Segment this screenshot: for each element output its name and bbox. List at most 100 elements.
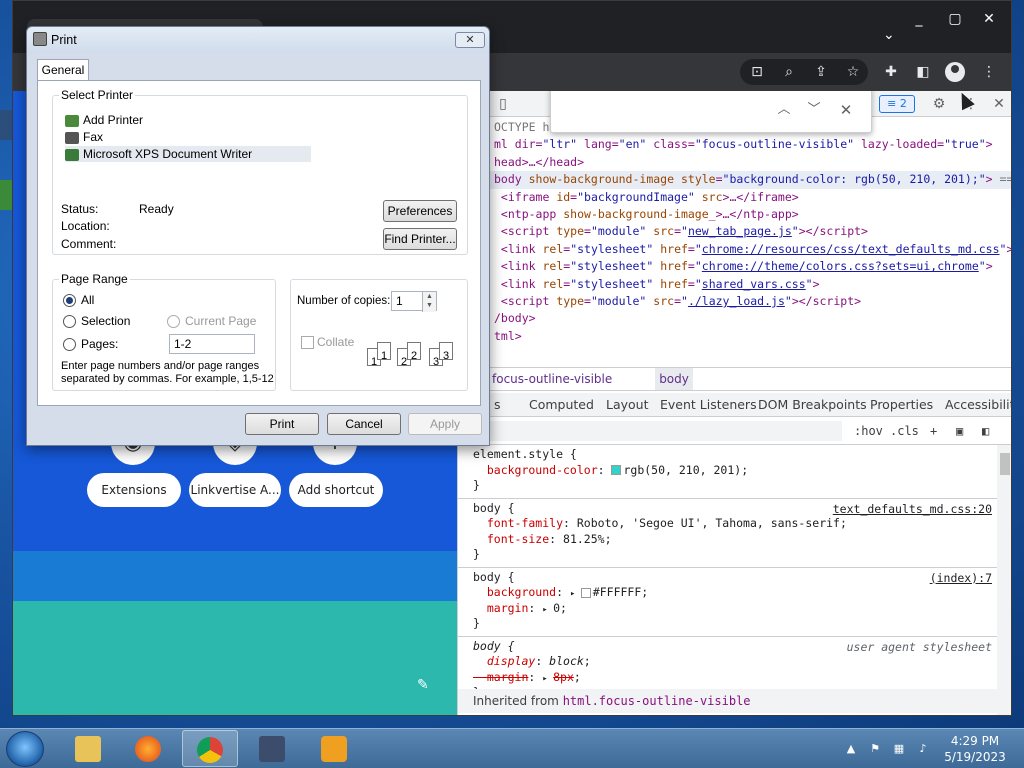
close-icon[interactable]: ✕ (455, 32, 485, 48)
css-declaration[interactable]: font-size: 81.25%; (473, 532, 994, 548)
shortcut-extensions[interactable]: Extensions (87, 473, 181, 507)
start-button[interactable] (6, 731, 44, 767)
chevron-down-icon[interactable]: ⌄ (883, 27, 895, 43)
dom-node-line[interactable]: <script type="module" src="new_tab_page.… (458, 223, 1011, 240)
css-declaration[interactable]: margin: ▸ 0; (473, 601, 994, 617)
range-current-page-label[interactable]: Current Page (185, 314, 256, 329)
range-selection-radio[interactable] (63, 315, 76, 328)
lens-icon[interactable]: ⊡ (745, 61, 769, 83)
css-selector[interactable]: element.style { (473, 447, 994, 463)
find-printer-button[interactable]: Find Printer... (383, 228, 457, 250)
pages-input[interactable]: 1-2 (169, 334, 255, 354)
subtab-dom-breakpoints[interactable]: DOM Breakpoints (758, 393, 867, 417)
extensions-icon[interactable]: ✚ (879, 61, 903, 83)
css-declaration[interactable]: background-color: rgb(50, 210, 201); (473, 463, 994, 479)
subtab-accessibility[interactable]: Accessibility (945, 393, 1011, 417)
taskbar-explorer[interactable] (60, 730, 116, 767)
css-source-link[interactable]: (index):7 (930, 571, 992, 585)
dom-node-line[interactable]: <ntp-app show-background-image_>…</ntp-a… (458, 206, 1011, 223)
close-devtools-icon[interactable]: ✕ (988, 93, 1010, 115)
action-center-icon[interactable]: ⚑ (868, 742, 882, 756)
zoom-icon[interactable]: ⌕ (777, 61, 801, 83)
subtab-event-listeners[interactable]: Event Listeners (660, 393, 757, 417)
taskbar-media-player[interactable] (244, 730, 300, 767)
shortcut-linkvertise[interactable]: Linkvertise A... (189, 473, 281, 507)
subtab-computed[interactable]: Computed (529, 393, 594, 417)
pencil-icon[interactable]: ✎ (417, 677, 429, 693)
subtab-layout[interactable]: Layout (606, 393, 649, 417)
add-rule-button[interactable]: + (930, 421, 937, 441)
minimize-icon[interactable]: _ (903, 9, 935, 29)
expand-arrow-icon[interactable]: ▸ (542, 674, 553, 684)
volume-icon[interactable]: ♪ (916, 742, 930, 756)
range-all-label[interactable]: All (81, 293, 94, 308)
css-declaration[interactable]: font-family: Roboto, 'Segoe UI', Tahoma,… (473, 516, 994, 532)
dom-node-line[interactable]: /body> (458, 310, 1011, 327)
dom-node-line[interactable]: <link rel="stylesheet" href="chrome://th… (458, 258, 1011, 275)
breadcrumb-item[interactable]: body (655, 368, 693, 390)
subtab-properties[interactable]: Properties (870, 393, 933, 417)
apply-button[interactable]: Apply (408, 413, 482, 435)
sidebar-toggle-icon[interactable]: ◧ (982, 421, 989, 441)
range-all-radio[interactable] (63, 294, 76, 307)
range-current-page-radio[interactable] (167, 315, 180, 328)
collate-label[interactable]: Collate (317, 335, 354, 350)
css-source-link[interactable]: text_defaults_md.css:20 (833, 502, 992, 516)
network-icon[interactable]: ▦ (892, 742, 906, 756)
gear-icon[interactable]: ⚙ (928, 93, 950, 115)
taskbar-chrome[interactable] (182, 730, 238, 767)
css-declaration[interactable]: margin: ▸ 8px; (473, 670, 994, 686)
scrollbar[interactable] (997, 445, 1011, 715)
dom-node-line[interactable]: head>…</head> (458, 154, 1011, 171)
menu-icon[interactable]: ⋮ (977, 61, 1001, 83)
color-swatch[interactable] (580, 587, 591, 598)
close-find-icon[interactable]: ✕ (835, 100, 857, 120)
expand-arrow-icon[interactable]: ▸ (570, 589, 581, 599)
dom-node-line[interactable]: <link rel="stylesheet" href="chrome://re… (458, 241, 1011, 258)
copies-spinner[interactable]: ▲ ▼ (422, 292, 436, 312)
color-swatch[interactable] (611, 465, 622, 475)
preferences-button[interactable]: Preferences (383, 200, 457, 222)
dom-node-line[interactable]: <link rel="stylesheet" href="shared_vars… (458, 276, 1011, 293)
collate-checkbox[interactable] (301, 336, 314, 349)
dom-node-line[interactable]: ml dir="ltr" lang="en" class="focus-outl… (458, 136, 1011, 153)
clock[interactable]: 4:29 PM 5/19/2023 (938, 733, 1012, 765)
filter-input[interactable] (472, 421, 842, 441)
find-input[interactable] (559, 96, 759, 124)
share-icon[interactable]: ⇪ (809, 61, 833, 83)
device-toolbar-icon[interactable]: ▯ (492, 93, 514, 115)
css-declaration[interactable]: background: ▸ #FFFFFF; (473, 585, 994, 601)
range-pages-radio[interactable] (63, 338, 76, 351)
side-panel-icon[interactable]: ◧ (911, 61, 935, 83)
scroll-thumb[interactable] (1000, 453, 1010, 475)
printer-item-fax[interactable]: Fax (65, 129, 103, 145)
subtab-s[interactable]: s (494, 393, 501, 417)
taskbar-firefox[interactable] (120, 730, 176, 767)
tray-expand-icon[interactable]: ▲ (844, 742, 858, 756)
chevron-down-icon[interactable]: ﹀ (803, 100, 825, 120)
bookmark-star-icon[interactable]: ☆ (841, 61, 865, 83)
maximize-icon[interactable]: ▢ (939, 9, 971, 29)
dom-node-line[interactable]: tml> (458, 328, 1011, 345)
expand-arrow-icon[interactable]: ▸ (542, 605, 553, 615)
dom-node-line[interactable]: <iframe id="backgroundImage" src>…</ifra… (458, 189, 1011, 206)
css-declaration[interactable]: display: block; (473, 654, 994, 670)
printer-item-add-printer[interactable]: Add Printer (65, 112, 143, 128)
dom-node-line[interactable]: body show-background-image style="backgr… (458, 171, 1011, 189)
range-pages-label[interactable]: Pages: (81, 337, 118, 352)
hov-toggle[interactable]: :hov (854, 421, 883, 441)
copies-input[interactable]: 1 ▲ ▼ (391, 291, 437, 312)
close-icon[interactable]: ✕ (973, 9, 1005, 29)
dom-node-line[interactable]: <script type="module" src="./lazy_load.j… (458, 293, 1011, 310)
breadcrumb-item[interactable]: focus-outline-visible (488, 368, 616, 390)
paint-icon[interactable]: ▣ (956, 421, 963, 441)
profile-avatar[interactable] (945, 62, 965, 82)
tab-general[interactable]: General (37, 59, 89, 81)
cancel-button[interactable]: Cancel (327, 413, 401, 435)
print-button[interactable]: Print (245, 413, 319, 435)
cls-toggle[interactable]: .cls (890, 421, 919, 441)
issues-badge[interactable]: ≡ 2 (879, 95, 915, 113)
css-selector[interactable]: body { (473, 570, 994, 586)
chevron-up-icon[interactable]: ︿ (773, 100, 795, 120)
range-selection-label[interactable]: Selection (81, 314, 130, 329)
